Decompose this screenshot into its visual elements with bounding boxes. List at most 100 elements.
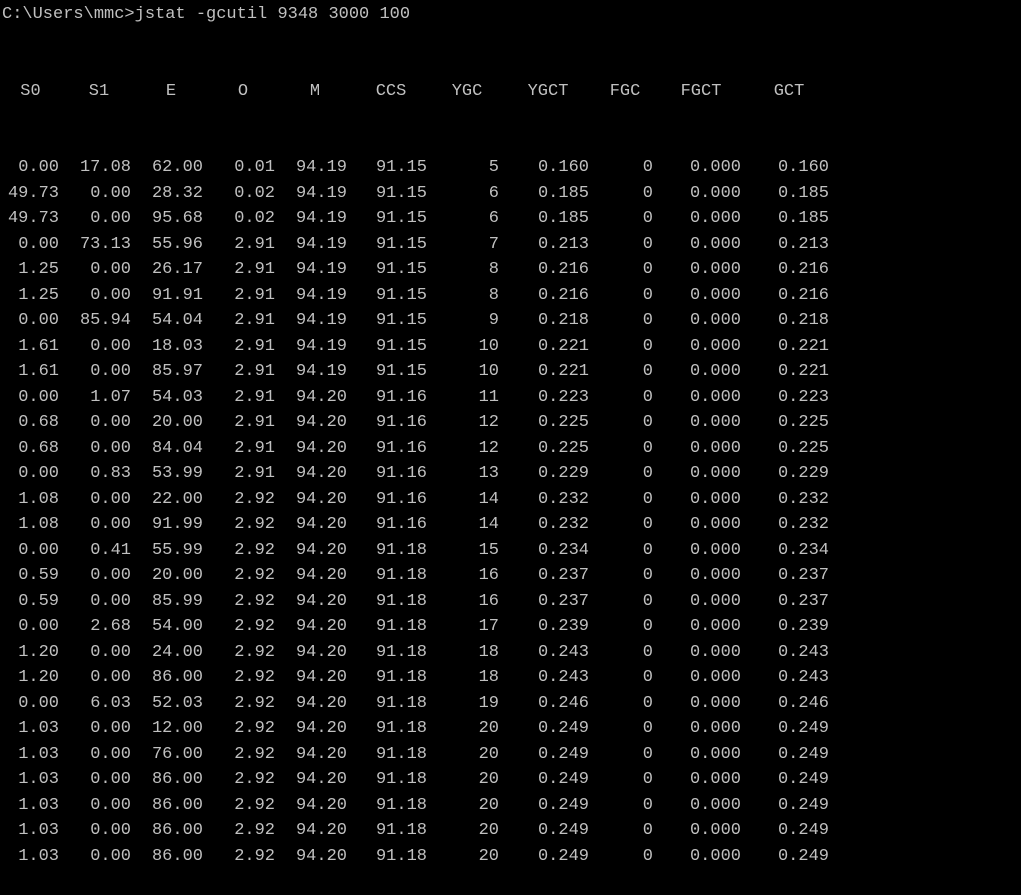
- cell-m: 94.19: [283, 232, 355, 258]
- cell-s0: 1.03: [2, 844, 67, 870]
- cell-fgct: 0.000: [661, 334, 749, 360]
- cell-ygct: 0.218: [507, 308, 597, 334]
- cell-e: 12.00: [139, 716, 211, 742]
- header-ygc: YGC: [435, 79, 507, 105]
- cell-e: 26.17: [139, 257, 211, 283]
- cell-fgc: 0: [597, 206, 661, 232]
- cell-ygct: 0.223: [507, 385, 597, 411]
- cell-gct: 0.243: [749, 640, 837, 666]
- cell-ygct: 0.185: [507, 181, 597, 207]
- cell-m: 94.20: [283, 385, 355, 411]
- cell-e: 52.03: [139, 691, 211, 717]
- cell-fgct: 0.000: [661, 844, 749, 870]
- cell-ccs: 91.16: [355, 461, 435, 487]
- cell-s0: 1.08: [2, 512, 67, 538]
- cell-ygc: 20: [435, 793, 507, 819]
- cell-fgc: 0: [597, 155, 661, 181]
- cell-fgct: 0.000: [661, 640, 749, 666]
- cell-ygct: 0.221: [507, 359, 597, 385]
- cell-ygc: 20: [435, 844, 507, 870]
- cell-ygc: 20: [435, 742, 507, 768]
- cell-e: 22.00: [139, 487, 211, 513]
- cell-ygc: 12: [435, 436, 507, 462]
- cell-s1: 0.00: [67, 563, 139, 589]
- cell-e: 28.32: [139, 181, 211, 207]
- cell-fgct: 0.000: [661, 742, 749, 768]
- cell-o: 2.92: [211, 563, 283, 589]
- cell-gct: 0.225: [749, 410, 837, 436]
- cell-fgc: 0: [597, 436, 661, 462]
- cell-e: 86.00: [139, 844, 211, 870]
- cell-ygct: 0.249: [507, 844, 597, 870]
- cell-e: 55.96: [139, 232, 211, 258]
- table-row: 0.0073.1355.962.9194.1991.1570.21300.000…: [2, 232, 1019, 258]
- cell-ccs: 91.15: [355, 206, 435, 232]
- cell-s0: 0.68: [2, 436, 67, 462]
- cell-gct: 0.221: [749, 334, 837, 360]
- table-row: 1.200.0024.002.9294.2091.18180.24300.000…: [2, 640, 1019, 666]
- cell-s1: 0.00: [67, 257, 139, 283]
- cell-ccs: 91.18: [355, 767, 435, 793]
- cell-s0: 1.61: [2, 334, 67, 360]
- table-row: 1.030.0086.002.9294.2091.18200.24900.000…: [2, 767, 1019, 793]
- cell-ccs: 91.15: [355, 257, 435, 283]
- cell-o: 2.92: [211, 640, 283, 666]
- table-row: 1.030.0086.002.9294.2091.18200.24900.000…: [2, 793, 1019, 819]
- cell-o: 2.91: [211, 410, 283, 436]
- header-s1: S1: [67, 79, 139, 105]
- cell-e: 85.99: [139, 589, 211, 615]
- cell-fgc: 0: [597, 512, 661, 538]
- cell-ccs: 91.18: [355, 589, 435, 615]
- cell-gct: 0.213: [749, 232, 837, 258]
- cell-fgc: 0: [597, 563, 661, 589]
- cell-ygct: 0.249: [507, 716, 597, 742]
- cell-s1: 0.00: [67, 742, 139, 768]
- header-fgct: FGCT: [661, 79, 749, 105]
- cell-s1: 0.00: [67, 640, 139, 666]
- cell-m: 94.20: [283, 716, 355, 742]
- header-fgc: FGC: [597, 79, 661, 105]
- cell-gct: 0.221: [749, 359, 837, 385]
- table-row: 0.0085.9454.042.9194.1991.1590.21800.000…: [2, 308, 1019, 334]
- cell-fgc: 0: [597, 359, 661, 385]
- table-row: 1.030.0086.002.9294.2091.18200.24900.000…: [2, 818, 1019, 844]
- cell-ygct: 0.225: [507, 436, 597, 462]
- cell-o: 0.02: [211, 206, 283, 232]
- cell-ygct: 0.213: [507, 232, 597, 258]
- cell-e: 86.00: [139, 665, 211, 691]
- header-gct: GCT: [749, 79, 837, 105]
- cell-s1: 0.00: [67, 359, 139, 385]
- cell-s1: 1.07: [67, 385, 139, 411]
- cell-m: 94.19: [283, 334, 355, 360]
- cell-ccs: 91.15: [355, 155, 435, 181]
- table-row: 1.250.0026.172.9194.1991.1580.21600.0000…: [2, 257, 1019, 283]
- cell-ygc: 12: [435, 410, 507, 436]
- cell-ccs: 91.15: [355, 283, 435, 309]
- cell-s0: 1.03: [2, 742, 67, 768]
- cell-s1: 0.00: [67, 487, 139, 513]
- cell-s0: 1.08: [2, 487, 67, 513]
- cell-gct: 0.249: [749, 818, 837, 844]
- cell-ygc: 19: [435, 691, 507, 717]
- cell-o: 2.92: [211, 742, 283, 768]
- table-row: 0.590.0085.992.9294.2091.18160.23700.000…: [2, 589, 1019, 615]
- cell-e: 86.00: [139, 818, 211, 844]
- cell-gct: 0.237: [749, 563, 837, 589]
- cell-o: 2.92: [211, 487, 283, 513]
- table-row: 0.0017.0862.000.0194.1991.1550.16000.000…: [2, 155, 1019, 181]
- cell-fgct: 0.000: [661, 257, 749, 283]
- cell-fgc: 0: [597, 232, 661, 258]
- cell-s1: 2.68: [67, 614, 139, 640]
- cell-fgc: 0: [597, 742, 661, 768]
- table-row: 0.000.4155.992.9294.2091.18150.23400.000…: [2, 538, 1019, 564]
- cell-ygc: 5: [435, 155, 507, 181]
- command-prompt: C:\Users\mmc>jstat -gcutil 9348 3000 100: [2, 2, 1019, 28]
- cell-ygct: 0.160: [507, 155, 597, 181]
- cell-fgct: 0.000: [661, 767, 749, 793]
- cell-o: 2.92: [211, 512, 283, 538]
- cell-e: 85.97: [139, 359, 211, 385]
- cell-gct: 0.216: [749, 257, 837, 283]
- cell-e: 54.03: [139, 385, 211, 411]
- cell-gct: 0.218: [749, 308, 837, 334]
- cell-gct: 0.249: [749, 716, 837, 742]
